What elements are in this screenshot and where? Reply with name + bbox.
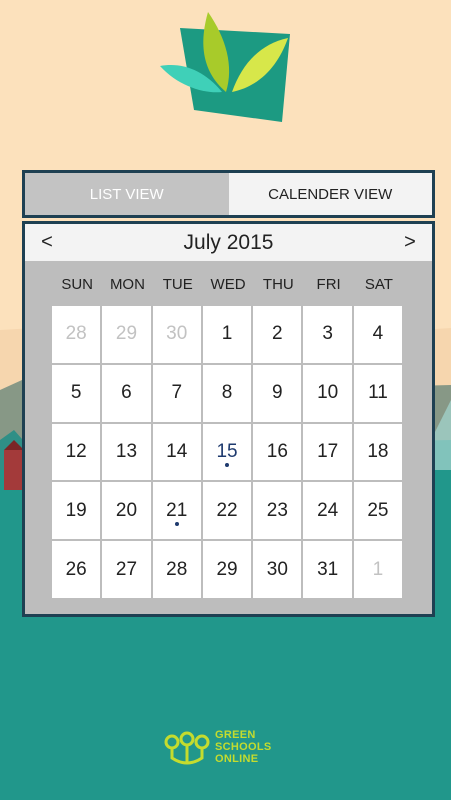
prev-month-button[interactable]: <: [37, 231, 57, 254]
next-month-button[interactable]: >: [400, 231, 420, 254]
day-cell[interactable]: 15: [202, 423, 252, 481]
day-number: 28: [65, 323, 87, 345]
day-number: 1: [221, 323, 233, 345]
weekday-label: TUE: [162, 275, 193, 293]
view-tabs: LIST VIEW CALENDER VIEW: [22, 170, 435, 218]
day-cell[interactable]: 26: [52, 541, 101, 598]
weekday-label: SAT: [364, 275, 393, 293]
day-number: 7: [171, 382, 183, 404]
weekday-label: THU: [262, 275, 294, 293]
weekday-label: SUN: [61, 275, 93, 293]
day-number: 15: [216, 440, 238, 462]
weekday-label: MON: [109, 275, 145, 293]
day-cell[interactable]: 22: [202, 482, 252, 540]
day-cell[interactable]: 5: [52, 364, 101, 422]
day-number: 13: [115, 440, 138, 462]
day-cell[interactable]: 13: [102, 423, 151, 481]
day-number: 14: [166, 440, 188, 462]
footer-line-3: ONLINE: [215, 753, 259, 765]
day-number: 9: [272, 382, 283, 404]
day-cell[interactable]: 9: [253, 364, 302, 422]
day-cell[interactable]: 12: [52, 423, 101, 481]
day-cell[interactable]: 1: [353, 541, 403, 598]
day-number: 2: [272, 323, 283, 345]
calendar-header: < July 2015 >: [25, 224, 432, 261]
app-logo: [160, 12, 290, 122]
day-cell[interactable]: 27: [102, 541, 151, 598]
day-cell[interactable]: 25: [353, 482, 403, 540]
day-cell[interactable]: 28: [52, 306, 101, 363]
day-cell[interactable]: 11: [353, 364, 403, 422]
day-cell[interactable]: 6: [102, 364, 151, 422]
day-cell[interactable]: 1: [202, 306, 252, 363]
day-number: 30: [266, 558, 288, 580]
day-number: 31: [317, 558, 339, 580]
calendar-widget: < July 2015 > SUN MON TUE WED THU FRI SA…: [22, 221, 435, 617]
day-cell[interactable]: 14: [152, 423, 201, 481]
green-schools-icon: [164, 731, 210, 765]
day-number: 20: [115, 499, 138, 521]
footer-line-1: GREEN: [215, 729, 256, 741]
day-number: 18: [367, 440, 389, 462]
day-number: 29: [216, 558, 238, 580]
day-number: 3: [322, 323, 333, 345]
tab-list-view[interactable]: LIST VIEW: [25, 173, 229, 215]
day-cell[interactable]: 4: [353, 306, 403, 363]
day-cell[interactable]: 21: [152, 482, 201, 540]
day-number: 21: [166, 499, 188, 521]
weekday-label: FRI: [316, 275, 341, 293]
day-number: 8: [221, 382, 233, 404]
day-number: 11: [368, 382, 388, 404]
day-number: 10: [317, 382, 339, 404]
day-number: 22: [216, 499, 238, 521]
day-number: 4: [372, 323, 384, 345]
day-cell[interactable]: 17: [303, 423, 352, 481]
day-number: 26: [65, 558, 87, 580]
footer-brand-text: GREEN SCHOOLS ONLINE: [215, 729, 272, 765]
event-dot-icon: [174, 522, 179, 527]
day-cell[interactable]: 29: [102, 306, 151, 363]
day-cell[interactable]: 29: [202, 541, 252, 598]
day-cell[interactable]: 18: [353, 423, 403, 481]
day-number: 6: [121, 382, 132, 404]
day-cell[interactable]: 10: [303, 364, 352, 422]
day-number: 24: [317, 499, 339, 521]
day-number: 23: [266, 499, 288, 521]
day-cell[interactable]: 23: [253, 482, 302, 540]
day-number: 5: [70, 382, 82, 404]
day-number: 1: [372, 558, 384, 580]
footer-logo: GREEN SCHOOLS ONLINE: [163, 728, 272, 766]
footer-line-2: SCHOOLS: [215, 741, 272, 753]
day-number: 28: [166, 558, 188, 580]
day-cell[interactable]: 7: [152, 364, 201, 422]
day-number: 27: [115, 558, 138, 580]
day-cell[interactable]: 2: [253, 306, 302, 363]
day-grid: 28 29 30 1 2 3 4 5 6 7 8 9 10 11 12 13 14 15 16 17 18 19 20 21 2…: [52, 306, 405, 598]
day-cell[interactable]: 3: [303, 306, 352, 363]
day-number: 17: [317, 440, 339, 462]
month-title: July 2015: [183, 230, 274, 254]
day-number: 16: [266, 440, 288, 462]
event-dot-icon: [225, 463, 230, 468]
day-cell[interactable]: 8: [202, 364, 252, 422]
weekday-label: WED: [210, 275, 246, 293]
tab-calendar-view[interactable]: CALENDER VIEW: [228, 173, 432, 215]
day-cell[interactable]: 20: [102, 482, 151, 540]
day-cell[interactable]: 30: [152, 306, 201, 363]
day-number: 19: [65, 499, 87, 521]
day-cell[interactable]: 24: [303, 482, 352, 540]
day-number: 30: [166, 323, 188, 345]
day-number: 12: [65, 440, 87, 462]
day-cell[interactable]: 19: [52, 482, 101, 540]
day-cell[interactable]: 30: [253, 541, 302, 598]
day-number: 25: [367, 499, 389, 521]
day-number: 29: [115, 323, 138, 345]
day-cell[interactable]: 28: [152, 541, 201, 598]
weekday-row: SUN MON TUE WED THU FRI SAT: [25, 261, 432, 307]
day-cell[interactable]: 16: [253, 423, 302, 481]
day-cell[interactable]: 31: [303, 541, 352, 598]
